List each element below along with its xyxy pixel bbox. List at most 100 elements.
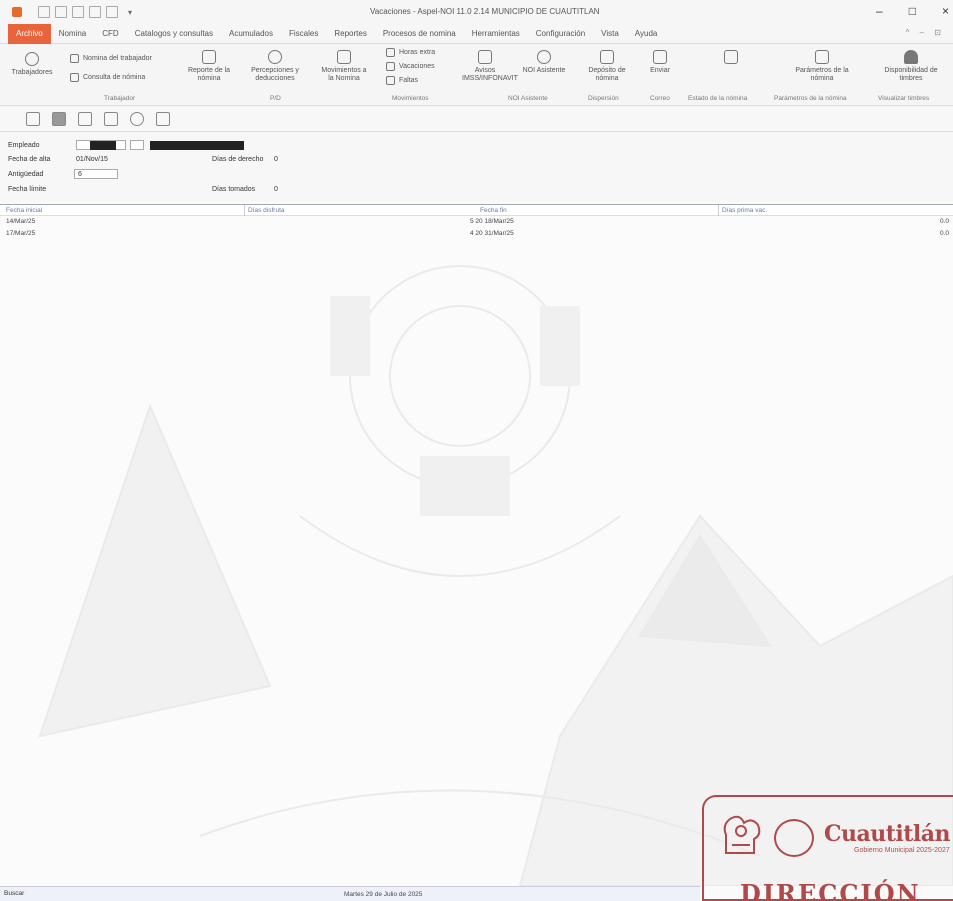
nomina-trabajador-label: Nomina del trabajador bbox=[83, 55, 152, 62]
avisos-button[interactable]: Avisos IMSS/INFONAVIT bbox=[462, 50, 518, 83]
cancel-icon[interactable] bbox=[52, 112, 66, 126]
query-icon bbox=[70, 73, 79, 82]
official-stamp: Cuautitlán Gobierno Municipal 2025-2027 … bbox=[702, 795, 953, 901]
enviar-button[interactable]: Enviar bbox=[644, 50, 676, 75]
table-row[interactable]: 14/Mar/25 5 20 18/Mar/25 0.0 bbox=[0, 218, 953, 228]
cell-dias-prima: 0.0 bbox=[940, 218, 950, 225]
cell-dias-prima: 0.0 bbox=[940, 230, 950, 237]
col-dias-disfruta[interactable]: Días disfruta bbox=[248, 207, 285, 214]
database-icon bbox=[268, 50, 282, 64]
grid-icon[interactable] bbox=[55, 6, 67, 18]
window-title: Vacaciones - Aspel-NOI 11.0 2.14 MUNICIP… bbox=[370, 7, 600, 16]
municipal-logo-icon bbox=[723, 815, 761, 854]
ribbon-controls-icon[interactable]: ^ – ⊡ bbox=[906, 28, 945, 37]
movimientos-nomina-button[interactable]: Movimientos a la Nomina bbox=[318, 50, 370, 83]
group-trabajador: Trabajador bbox=[104, 95, 136, 102]
new-icon[interactable] bbox=[38, 6, 50, 18]
nomina-trabajador-button[interactable]: Nomina del trabajador bbox=[70, 54, 152, 63]
dias-tomados-value: 0 bbox=[274, 186, 278, 193]
group-correo: Correo bbox=[650, 95, 670, 102]
tab-nomina[interactable]: Nomina bbox=[51, 24, 95, 44]
antiguedad-label: Antigüedad bbox=[8, 171, 44, 178]
workers-icon bbox=[25, 52, 39, 66]
col-dias-prima[interactable]: Días prima vac. bbox=[722, 207, 767, 214]
tab-archivo[interactable]: Archivo bbox=[8, 23, 51, 44]
horas-extra-button[interactable]: Horas extra bbox=[386, 48, 435, 57]
tab-procesos[interactable]: Procesos de nomina bbox=[375, 24, 464, 44]
table-icon[interactable] bbox=[72, 6, 84, 18]
tab-catalogos[interactable]: Catalogos y consultas bbox=[127, 24, 221, 44]
form-toolbar bbox=[0, 106, 953, 132]
tab-fiscales[interactable]: Fiscales bbox=[281, 24, 326, 44]
tab-reportes[interactable]: Reportes bbox=[326, 24, 374, 44]
estado-nomina-button[interactable] bbox=[716, 50, 746, 67]
save-icon[interactable] bbox=[26, 112, 40, 126]
consulta-nomina-label: Consulta de nómina bbox=[83, 74, 146, 81]
percepciones-button[interactable]: Percepciones y deducciones bbox=[246, 50, 304, 83]
fecha-limite-label: Fecha límite bbox=[8, 186, 47, 193]
parametros-label: Parámetros de la nómina bbox=[795, 67, 849, 82]
employee-search-button[interactable] bbox=[130, 140, 144, 150]
minimize-button[interactable]: – bbox=[876, 4, 883, 18]
stamp-subtitle: Gobierno Municipal 2025-2027 bbox=[854, 847, 950, 854]
faltas-button[interactable]: Faltas bbox=[386, 76, 418, 85]
tab-herramientas[interactable]: Herramientas bbox=[464, 24, 528, 44]
vacation-table-header: Fecha inicial Días disfruta Fecha fin Dí… bbox=[0, 204, 953, 217]
status-date: Martes 29 de Julio de 2025 bbox=[344, 891, 423, 898]
print-icon[interactable] bbox=[104, 112, 118, 126]
status-icon bbox=[724, 50, 738, 64]
sun-icon bbox=[386, 62, 395, 71]
vacation-form: Empleado Fecha de alta 01/Nov/15 Días de… bbox=[0, 132, 953, 202]
movimientos-nomina-label: Movimientos a la Nomina bbox=[321, 67, 367, 82]
parametros-button[interactable]: Parámetros de la nómina bbox=[784, 50, 860, 83]
tab-ayuda[interactable]: Ayuda bbox=[627, 24, 666, 44]
redacted-employee-number bbox=[90, 141, 116, 150]
report-icon bbox=[202, 50, 216, 64]
movements-icon bbox=[337, 50, 351, 64]
reporte-nomina-button[interactable]: Reporte de la nómina bbox=[184, 50, 234, 83]
noi-asistente-button[interactable]: NOI Asistente bbox=[522, 50, 566, 75]
search-field[interactable]: Buscar bbox=[4, 890, 234, 900]
deposito-button[interactable]: Depósito de nómina bbox=[584, 50, 630, 83]
faltas-label: Faltas bbox=[399, 77, 419, 84]
col-fecha-inicial[interactable]: Fecha inicial bbox=[6, 207, 42, 214]
qat-dropdown-icon[interactable]: ▾ bbox=[128, 8, 132, 17]
enviar-label: Enviar bbox=[650, 67, 670, 74]
municipal-seal-icon bbox=[774, 819, 814, 857]
exit-icon[interactable] bbox=[106, 6, 118, 18]
menu-bar: Archivo Nomina CFD Catalogos y consultas… bbox=[0, 23, 953, 44]
filter-icon[interactable] bbox=[89, 6, 101, 18]
edit-icon[interactable] bbox=[78, 112, 92, 126]
disponibilidad-label: Disponibilidad de timbres bbox=[884, 67, 938, 82]
help-icon[interactable] bbox=[130, 112, 144, 126]
group-visualizar: Visualizar timbres bbox=[878, 95, 930, 102]
tab-configuracion[interactable]: Configuración bbox=[528, 24, 593, 44]
tab-cfd[interactable]: CFD bbox=[94, 24, 126, 44]
payroll-icon bbox=[70, 54, 79, 63]
tab-vista[interactable]: Vista bbox=[593, 24, 627, 44]
disponibilidad-button[interactable]: Disponibilidad de timbres bbox=[876, 50, 946, 83]
close-button[interactable]: × bbox=[942, 4, 949, 18]
group-noi: NOI Asistente bbox=[508, 95, 548, 102]
vacaciones-label: Vacaciones bbox=[399, 63, 435, 70]
tab-acumulados[interactable]: Acumulados bbox=[221, 24, 281, 44]
fecha-alta-value: 01/Nov/15 bbox=[76, 156, 108, 163]
trabajadores-button[interactable]: Trabajadores bbox=[6, 52, 58, 77]
table-row[interactable]: 17/Mar/25 4 20 31/Mar/25 0.0 bbox=[0, 230, 953, 240]
dias-tomados-label: Días tomados bbox=[212, 186, 256, 193]
group-movimientos: Movimientos bbox=[392, 95, 429, 102]
vacaciones-button[interactable]: Vacaciones bbox=[386, 62, 435, 71]
horas-extra-label: Horas extra bbox=[399, 49, 436, 56]
ribbon: Trabajadores Nomina del trabajador Consu… bbox=[0, 44, 953, 106]
cell-fecha-inicial: 17/Mar/25 bbox=[6, 230, 36, 237]
trabajadores-label: Trabajadores bbox=[11, 69, 53, 76]
maximize-button[interactable]: □ bbox=[909, 4, 916, 18]
avisos-label: Avisos IMSS/INFONAVIT bbox=[462, 67, 518, 82]
redacted-employee-name bbox=[150, 141, 244, 150]
title-bar: ▾ Vacaciones - Aspel-NOI 11.0 2.14 MUNIC… bbox=[0, 0, 953, 24]
reporte-nomina-label: Reporte de la nómina bbox=[187, 67, 231, 82]
exit-icon[interactable] bbox=[156, 112, 170, 126]
col-fecha-fin[interactable]: Fecha fin bbox=[480, 207, 507, 214]
cell-fecha-fin: 4 20 31/Mar/25 bbox=[470, 230, 514, 237]
consulta-nomina-button[interactable]: Consulta de nómina bbox=[70, 73, 145, 82]
